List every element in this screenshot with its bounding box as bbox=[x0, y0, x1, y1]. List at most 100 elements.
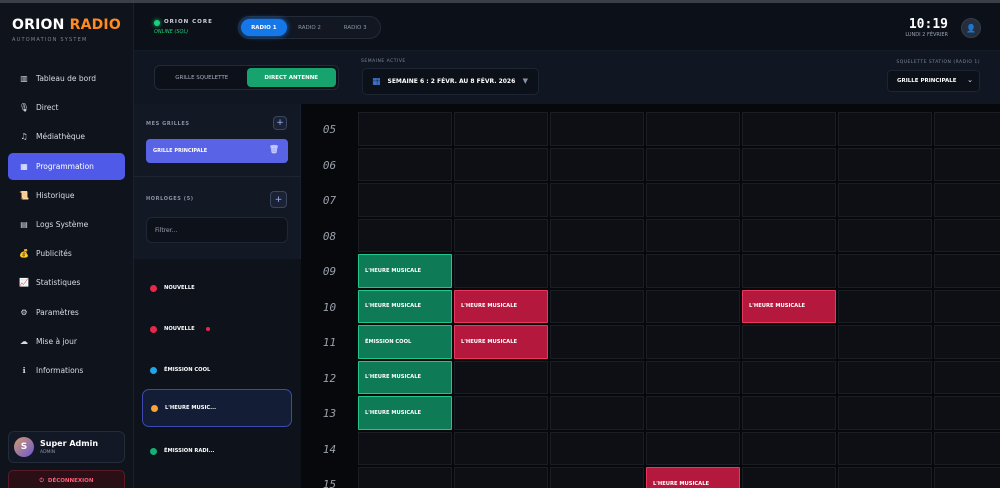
sidebar-item[interactable]: 📜 Historique bbox=[8, 182, 125, 209]
mode-button[interactable]: DIRECT ANTENNE bbox=[246, 68, 336, 87]
schedule-cell[interactable] bbox=[550, 360, 644, 394]
schedule-cell[interactable] bbox=[934, 147, 1000, 181]
schedule-event[interactable]: L'HEURE MUSICALE bbox=[358, 289, 452, 323]
schedule-cell[interactable] bbox=[742, 396, 836, 430]
week-selector[interactable]: ▦ SEMAINE 6 : 2 FÉVR. AU 8 FÉVR. 2026 ▼ bbox=[362, 68, 539, 95]
clock-item[interactable]: NOUVELLE bbox=[142, 310, 292, 348]
schedule-cell[interactable] bbox=[742, 431, 836, 465]
schedule-cell[interactable] bbox=[838, 325, 932, 359]
radio-tab[interactable]: RADIO 2 bbox=[287, 19, 333, 36]
schedule-event[interactable]: L'HEURE MUSICALE bbox=[454, 289, 548, 323]
schedule-cell[interactable] bbox=[742, 147, 836, 181]
clock-item[interactable]: NOUVELLE bbox=[142, 269, 292, 307]
schedule-cell[interactable] bbox=[742, 183, 836, 217]
schedule-cell[interactable] bbox=[646, 147, 740, 181]
schedule-cell[interactable] bbox=[454, 147, 548, 181]
schedule-cell[interactable] bbox=[646, 218, 740, 252]
schedule-cell[interactable] bbox=[934, 254, 1000, 288]
schedule-cell[interactable] bbox=[358, 467, 452, 488]
schedule-event[interactable]: L'HEURE MUSICALE bbox=[646, 467, 740, 488]
schedule-cell[interactable] bbox=[454, 396, 548, 430]
profile-avatar[interactable]: 👤 bbox=[961, 18, 981, 38]
schedule-cell[interactable] bbox=[646, 183, 740, 217]
schedule-cell[interactable] bbox=[550, 289, 644, 323]
schedule-cell[interactable] bbox=[742, 325, 836, 359]
schedule-cell[interactable] bbox=[934, 431, 1000, 465]
schedule-cell[interactable] bbox=[646, 289, 740, 323]
schedule-cell[interactable] bbox=[550, 254, 644, 288]
schedule-cell[interactable] bbox=[934, 360, 1000, 394]
add-clock-button[interactable]: + bbox=[270, 191, 287, 208]
schedule-cell[interactable] bbox=[838, 147, 932, 181]
schedule-cell[interactable] bbox=[934, 112, 1000, 146]
schedule-cell[interactable] bbox=[454, 467, 548, 488]
schedule-cell[interactable] bbox=[742, 254, 836, 288]
schedule-cell[interactable] bbox=[550, 183, 644, 217]
schedule-cell[interactable] bbox=[838, 218, 932, 252]
schedule-cell[interactable] bbox=[646, 325, 740, 359]
schedule-cell[interactable] bbox=[934, 218, 1000, 252]
schedule-event[interactable]: L'HEURE MUSICALE bbox=[358, 396, 452, 430]
schedule-cell[interactable] bbox=[358, 147, 452, 181]
sidebar-item[interactable]: ▥ Tableau de bord bbox=[8, 65, 125, 92]
trash-icon[interactable]: 🗑 bbox=[269, 145, 279, 154]
sidebar-item[interactable]: ♫ Médiathèque bbox=[8, 123, 125, 150]
schedule-cell[interactable] bbox=[838, 183, 932, 217]
sidebar-item[interactable]: 🎙 Direct bbox=[8, 94, 125, 121]
schedule-cell[interactable] bbox=[742, 112, 836, 146]
schedule-cell[interactable] bbox=[934, 183, 1000, 217]
schedule-cell[interactable] bbox=[550, 147, 644, 181]
schedule-event[interactable]: L'HEURE MUSICALE bbox=[358, 360, 452, 394]
skeleton-select[interactable]: GRILLE PRINCIPALE ⌄ bbox=[887, 70, 980, 92]
schedule-cell[interactable] bbox=[550, 218, 644, 252]
radio-tab[interactable]: RADIO 1 bbox=[241, 19, 287, 36]
schedule-cell[interactable] bbox=[454, 254, 548, 288]
schedule-cell[interactable] bbox=[646, 112, 740, 146]
schedule-cell[interactable] bbox=[550, 467, 644, 488]
schedule-cell[interactable] bbox=[646, 431, 740, 465]
schedule-cell[interactable] bbox=[934, 289, 1000, 323]
schedule-cell[interactable] bbox=[742, 467, 836, 488]
clock-item[interactable]: L'HEURE MUSIC... bbox=[142, 389, 292, 427]
schedule-cell[interactable] bbox=[934, 467, 1000, 488]
schedule-cell[interactable] bbox=[838, 112, 932, 146]
schedule-cell[interactable] bbox=[742, 360, 836, 394]
schedule-cell[interactable] bbox=[838, 289, 932, 323]
schedule-cell[interactable] bbox=[742, 218, 836, 252]
schedule-cell[interactable] bbox=[646, 254, 740, 288]
schedule-cell[interactable] bbox=[454, 112, 548, 146]
schedule-cell[interactable] bbox=[646, 396, 740, 430]
add-grid-button[interactable]: + bbox=[273, 116, 287, 130]
sidebar-item[interactable]: ⚙ Paramètres bbox=[8, 299, 125, 326]
schedule-cell[interactable] bbox=[358, 112, 452, 146]
user-card[interactable]: S Super Admin ADMIN bbox=[8, 431, 125, 463]
sidebar-item[interactable]: 💰 Publicités bbox=[8, 240, 125, 267]
schedule-cell[interactable] bbox=[838, 431, 932, 465]
grid-item[interactable]: GRILLE PRINCIPALE 🗑 bbox=[146, 139, 288, 163]
sidebar-item[interactable]: ▦ Programmation bbox=[8, 152, 125, 180]
schedule-cell[interactable] bbox=[454, 218, 548, 252]
schedule-cell[interactable] bbox=[838, 467, 932, 488]
schedule-event[interactable]: L'HEURE MUSICALE bbox=[454, 325, 548, 359]
sidebar-item[interactable]: ℹ Informations bbox=[8, 357, 125, 384]
clock-filter-input[interactable]: Filtrer... bbox=[146, 217, 288, 243]
schedule-cell[interactable] bbox=[358, 183, 452, 217]
schedule-cell[interactable] bbox=[550, 325, 644, 359]
mode-button[interactable]: GRILLE SQUELETTE bbox=[157, 68, 247, 87]
schedule-cell[interactable] bbox=[934, 396, 1000, 430]
schedule-cell[interactable] bbox=[838, 360, 932, 394]
schedule-cell[interactable] bbox=[838, 396, 932, 430]
schedule-cell[interactable] bbox=[358, 218, 452, 252]
schedule-event[interactable]: L'HEURE MUSICALE bbox=[742, 289, 836, 323]
schedule-event[interactable]: L'HEURE MUSICALE bbox=[358, 254, 452, 288]
schedule-cell[interactable] bbox=[454, 360, 548, 394]
clock-item[interactable]: ÉMISSION RADI... bbox=[142, 432, 292, 470]
sidebar-item[interactable]: 📈 Statistiques bbox=[8, 269, 125, 296]
schedule-cell[interactable] bbox=[550, 431, 644, 465]
sidebar-item[interactable]: ☁ Mise à jour bbox=[8, 328, 125, 355]
schedule-event[interactable]: ÉMISSION COOL bbox=[358, 325, 452, 359]
radio-tab[interactable]: RADIO 3 bbox=[332, 19, 378, 36]
schedule-cell[interactable] bbox=[838, 254, 932, 288]
clock-item[interactable]: ÉMISSION COOL bbox=[142, 351, 292, 389]
schedule-cell[interactable] bbox=[646, 360, 740, 394]
